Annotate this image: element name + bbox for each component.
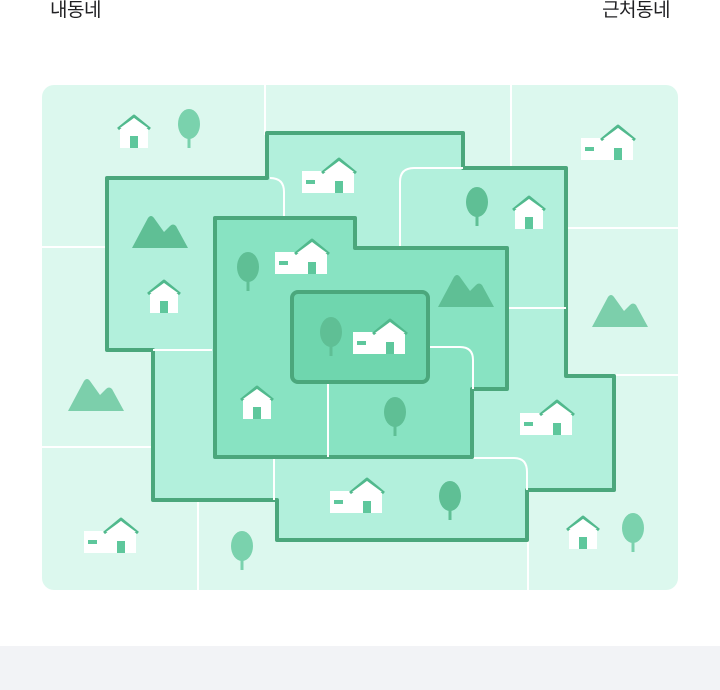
bottom-section — [0, 646, 720, 690]
my-neighborhood-label[interactable]: 내동네 — [50, 0, 101, 22]
neighborhood-range-map — [42, 85, 678, 590]
nearby-neighborhoods-label[interactable]: 근처동네 — [602, 0, 670, 22]
